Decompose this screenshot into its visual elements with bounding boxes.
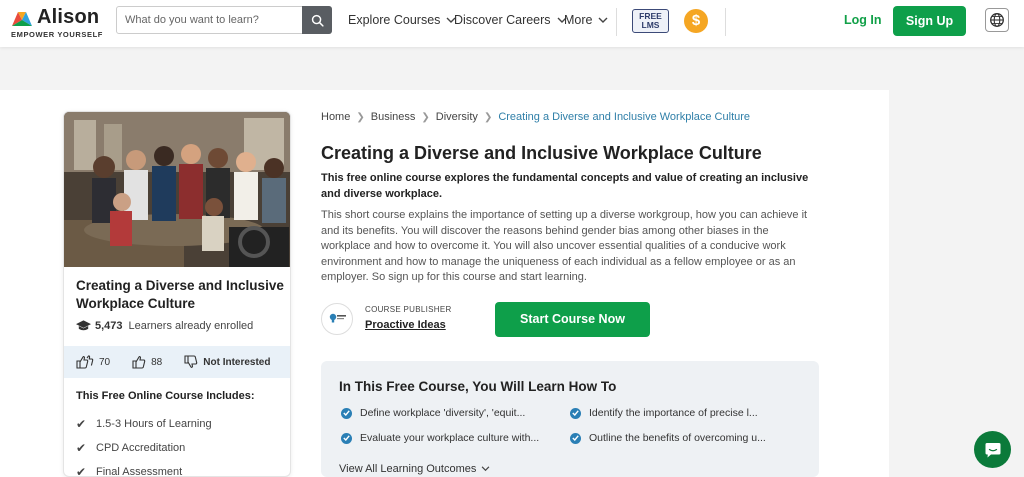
breadcrumb-current[interactable]: Creating a Diverse and Inclusive Workpla… xyxy=(498,111,750,123)
thumbs-up-icon xyxy=(132,356,146,369)
publisher-name-link[interactable]: Proactive Ideas xyxy=(365,319,446,331)
lightbulb-logo-icon xyxy=(329,313,346,323)
course-lead: This free online course explores the fun… xyxy=(321,172,809,200)
publisher-logo[interactable] xyxy=(321,303,353,335)
likes-stat[interactable]: 70 xyxy=(76,355,110,369)
graduation-cap-icon xyxy=(76,320,91,331)
course-thumbnail-image xyxy=(64,112,290,267)
outcome-text: Outline the benefits of overcoming u... xyxy=(589,432,766,444)
page-title: Creating a Diverse and Inclusive Workpla… xyxy=(321,143,762,163)
likes-count: 70 xyxy=(99,356,111,368)
checkmark-icon: ✔ xyxy=(76,417,87,431)
outcome-text: Identify the importance of precise l... xyxy=(589,407,758,419)
enrolled-label: Learners already enrolled xyxy=(128,320,254,332)
nav-discover-careers[interactable]: Discover Careers xyxy=(454,0,567,40)
nav-more[interactable]: More xyxy=(564,0,608,40)
includes-list: ✔ 1.5-3 Hours of Learning ✔ CPD Accreditat… xyxy=(76,412,212,477)
view-all-label: View All Learning Outcomes xyxy=(339,463,477,475)
search-box xyxy=(116,6,332,34)
chat-icon xyxy=(985,442,1000,457)
alison-logo[interactable]: Alison EMPOWER YOURSELF xyxy=(11,6,106,39)
nav-careers-label: Discover Careers xyxy=(454,13,551,27)
outcome-item: Identify the importance of precise l... xyxy=(570,407,758,419)
language-selector[interactable] xyxy=(985,8,1009,32)
chevron-right-icon: ❯ xyxy=(483,111,493,123)
chevron-down-icon xyxy=(482,466,490,472)
enrolled-count: 5,473 xyxy=(95,320,123,332)
search-icon xyxy=(311,14,324,27)
search-input[interactable] xyxy=(117,7,301,33)
outcomes-heading: In This Free Course, You Will Learn How … xyxy=(339,379,617,394)
breadcrumb-business[interactable]: Business xyxy=(371,111,416,123)
dollar-icon[interactable]: $ xyxy=(684,9,708,33)
include-text: Final Assessment xyxy=(96,466,183,477)
free-lms-button[interactable]: FREE LMS xyxy=(632,9,669,33)
chevron-down-icon xyxy=(598,17,608,23)
signup-button[interactable]: Sign Up xyxy=(893,6,966,36)
double-thumbs-up-icon xyxy=(76,355,94,369)
outcome-item: Define workplace 'diversity', 'equit... xyxy=(341,407,525,419)
list-item: ✔ CPD Accreditation xyxy=(76,436,212,460)
card-course-title[interactable]: Creating a Diverse and Inclusive Workpla… xyxy=(76,277,286,313)
chevron-right-icon: ❯ xyxy=(356,111,365,123)
chat-support-button[interactable] xyxy=(974,431,1011,468)
course-description: This short course explains the importanc… xyxy=(321,209,808,283)
not-interested-button[interactable]: Not Interested xyxy=(184,355,270,369)
chevron-right-icon: ❯ xyxy=(421,111,430,123)
enrollment-info: 5,473 Learners already enrolled xyxy=(76,320,253,332)
top-header: Alison EMPOWER YOURSELF Explore Courses … xyxy=(0,0,1024,47)
course-card: Creating a Diverse and Inclusive Workpla… xyxy=(63,111,291,477)
nav-explore-label: Explore Courses xyxy=(348,13,441,27)
list-item: ✔ 1.5-3 Hours of Learning xyxy=(76,412,212,436)
includes-heading: This Free Online Course Includes: xyxy=(76,390,255,402)
outcome-text: Define workplace 'diversity', 'equit... xyxy=(360,407,526,419)
thumbs-up-stat[interactable]: 88 xyxy=(132,355,162,369)
include-text: 1.5-3 Hours of Learning xyxy=(96,418,212,430)
publisher-label: COURSE PUBLISHER xyxy=(365,305,452,314)
checkmark-icon: ✔ xyxy=(76,441,87,455)
start-course-button[interactable]: Start Course Now xyxy=(495,302,650,337)
view-all-outcomes-link[interactable]: View All Learning Outcomes xyxy=(339,463,490,475)
alison-logo-icon xyxy=(12,11,32,26)
learning-outcomes-box: In This Free Course, You Will Learn How … xyxy=(321,361,819,477)
outcome-item: Outline the benefits of overcoming u... xyxy=(570,432,766,444)
divider xyxy=(616,8,617,36)
include-text: CPD Accreditation xyxy=(96,442,186,454)
thumbs-up-count: 88 xyxy=(151,356,163,368)
not-interested-label: Not Interested xyxy=(203,356,271,368)
login-link[interactable]: Log In xyxy=(844,13,882,27)
outcome-item: Evaluate your workplace culture with... xyxy=(341,432,539,444)
outcome-text: Evaluate your workplace culture with... xyxy=(360,432,540,444)
check-circle-icon xyxy=(341,432,352,444)
logo-tagline: EMPOWER YOURSELF xyxy=(11,30,103,39)
checkmark-icon: ✔ xyxy=(76,465,87,477)
logo-text: Alison xyxy=(37,6,100,28)
check-circle-icon xyxy=(570,432,581,444)
breadcrumb: Home ❯ Business ❯ Diversity ❯ Creating a… xyxy=(321,111,750,123)
breadcrumb-diversity[interactable]: Diversity xyxy=(436,111,478,123)
list-item: ✔ Final Assessment xyxy=(76,460,212,477)
divider xyxy=(725,8,726,36)
breadcrumb-home[interactable]: Home xyxy=(321,111,350,123)
nav-more-label: More xyxy=(564,13,593,27)
course-reactions-bar: 70 88 Not Interested xyxy=(64,346,290,378)
thumbs-down-icon xyxy=(184,355,198,368)
nav-explore-courses[interactable]: Explore Courses xyxy=(348,0,456,40)
search-button[interactable] xyxy=(302,6,332,34)
globe-icon xyxy=(990,13,1004,27)
free-lms-line2: LMS xyxy=(641,20,660,30)
check-circle-icon xyxy=(341,407,352,419)
check-circle-icon xyxy=(570,407,581,419)
